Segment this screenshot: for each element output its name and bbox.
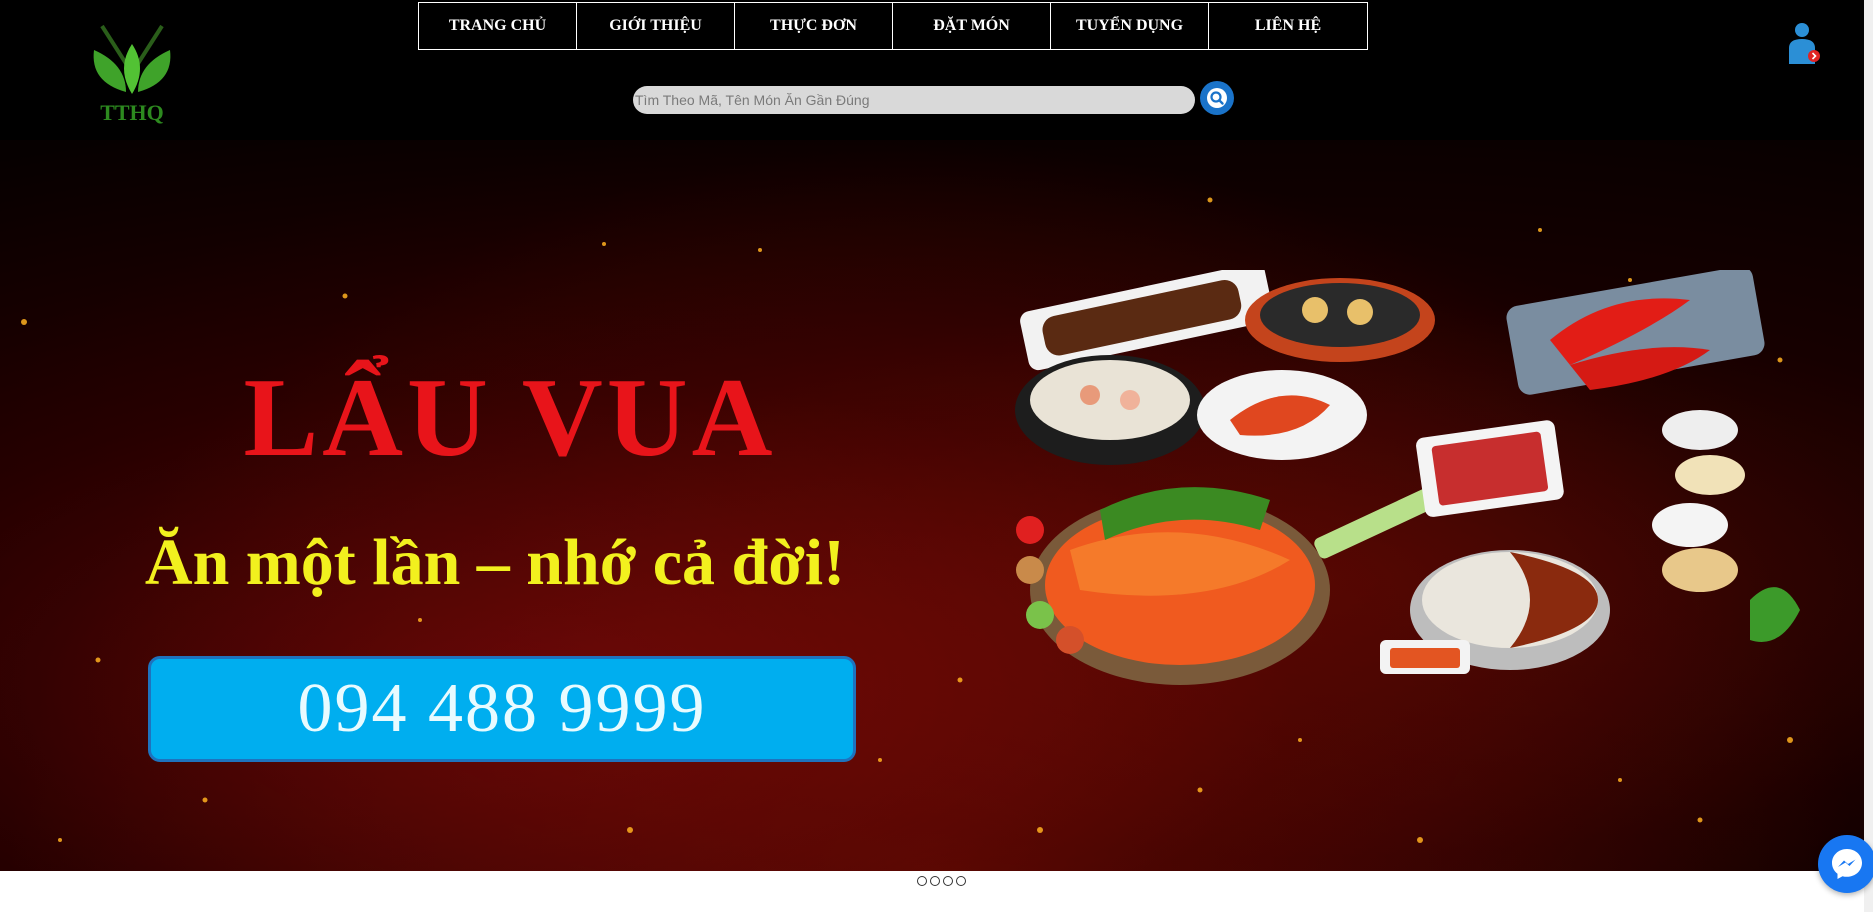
slider-dot-3[interactable] [943,876,953,886]
search-icon [1207,88,1227,108]
slider-dot-4[interactable] [956,876,966,886]
logo-text: TTHQ [100,100,164,125]
hero-banner[interactable]: LẨU VUA Ăn một lần – nhớ cả đời! 094 488… [0,140,1864,871]
logo-icon[interactable]: TTHQ [80,20,184,126]
messenger-icon [1832,849,1862,879]
search-input[interactable] [633,86,1195,114]
hero-tagline: Ăn một lần – nhớ cả đời! [144,526,846,599]
nav-item-about[interactable]: GIỚI THIỆU [577,3,735,49]
site-header: TTHQ TRANG CHỦ GIỚI THIỆU THỰC ĐƠN ĐẶT M… [0,0,1864,140]
messenger-button[interactable] [1818,835,1873,893]
slider-dot-1[interactable] [917,876,927,886]
nav-item-careers[interactable]: TUYỂN DỤNG [1051,3,1209,49]
slider-dot-2[interactable] [930,876,940,886]
nav-item-contact[interactable]: LIÊN HỆ [1209,3,1367,49]
hero-title: LẨU VUA [243,356,777,480]
search-button[interactable] [1200,81,1234,115]
phone-button[interactable]: 094 488 9999 [148,656,856,762]
nav-item-home[interactable]: TRANG CHỦ [419,3,577,49]
food-platter-image [1015,270,1800,685]
main-nav: TRANG CHỦ GIỚI THIỆU THỰC ĐƠN ĐẶT MÓN TU… [418,2,1368,50]
slider-dots [917,876,966,886]
user-icon[interactable] [1784,20,1824,66]
scrollbar[interactable] [1864,0,1873,912]
nav-item-menu[interactable]: THỰC ĐƠN [735,3,893,49]
nav-item-order[interactable]: ĐẶT MÓN [893,3,1051,49]
